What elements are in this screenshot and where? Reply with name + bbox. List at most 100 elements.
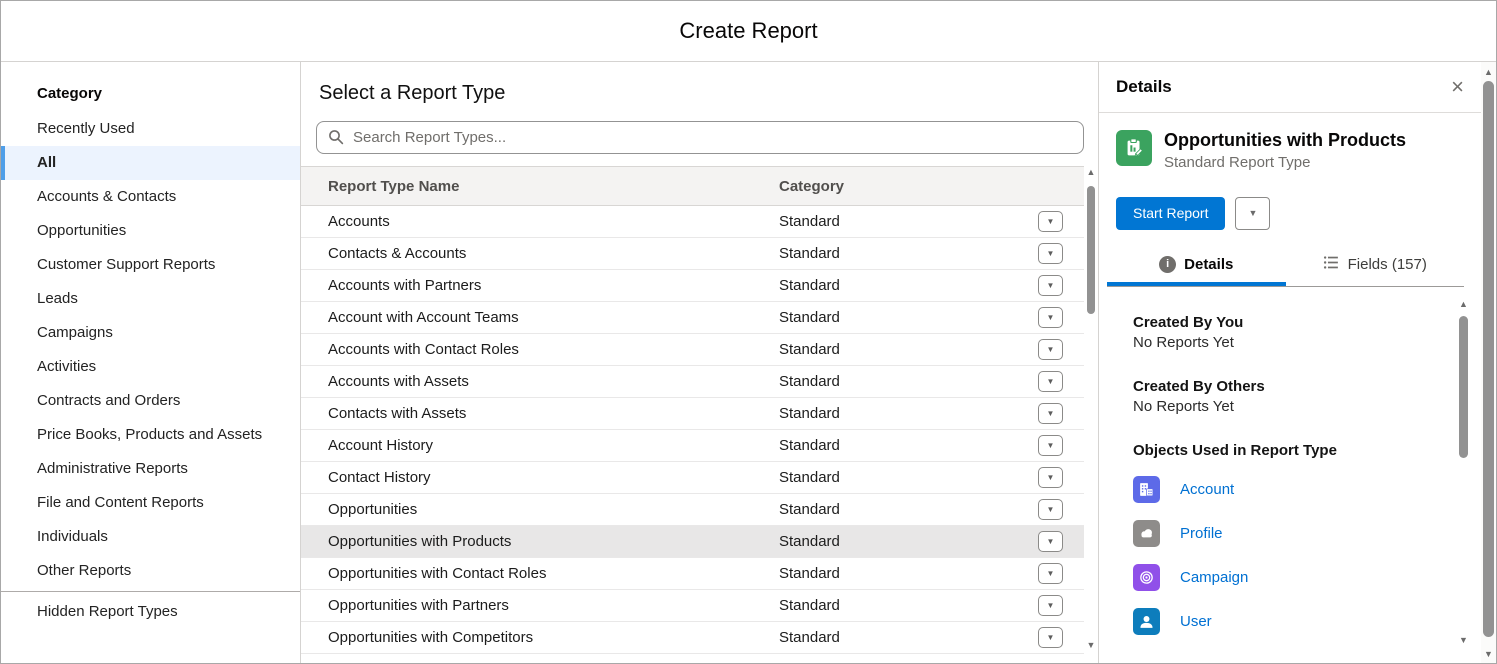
created-by-you-section: Created By You No Reports Yet xyxy=(1133,314,1436,351)
chevron-down-icon: ▼ xyxy=(1047,217,1055,226)
report-type-category: Standard xyxy=(779,597,1038,614)
row-dropdown-button[interactable]: ▼ xyxy=(1038,243,1063,264)
sidebar-item-activities[interactable]: Activities xyxy=(1,350,300,384)
row-dropdown-button[interactable]: ▼ xyxy=(1038,339,1063,360)
chevron-down-icon: ▼ xyxy=(1047,473,1055,482)
row-dropdown-button[interactable]: ▼ xyxy=(1038,275,1063,296)
search-input[interactable] xyxy=(316,121,1084,154)
details-scrollbar[interactable]: ▲ ▼ xyxy=(1457,296,1470,648)
section-heading: Select a Report Type xyxy=(319,82,1098,105)
details-scrollbar-thumb[interactable] xyxy=(1459,316,1468,458)
fields-list-icon xyxy=(1323,254,1340,275)
details-tab-content: Created By You No Reports Yet Created By… xyxy=(1099,287,1481,635)
sidebar-item-price-books-products-assets[interactable]: Price Books, Products and Assets xyxy=(1,418,300,452)
created-by-you-heading: Created By You xyxy=(1133,314,1436,331)
table-scrollbar-thumb[interactable] xyxy=(1087,186,1095,314)
object-link-profile[interactable]: Profile xyxy=(1180,525,1223,542)
report-type-table: Report Type Name Category AccountsStanda… xyxy=(301,166,1084,654)
selected-report-summary: Opportunities with Products Standard Rep… xyxy=(1116,130,1464,171)
user-icon xyxy=(1133,608,1160,635)
table-row[interactable]: Accounts with Contact RolesStandard▼ xyxy=(301,334,1084,366)
table-row[interactable]: Contacts & AccountsStandard▼ xyxy=(301,238,1084,270)
report-type-category: Standard xyxy=(779,629,1038,646)
sidebar-item-file-and-content-reports[interactable]: File and Content Reports xyxy=(1,486,300,520)
report-type-name: Accounts with Partners xyxy=(301,277,779,294)
table-row[interactable]: Opportunities with Contact RolesStandard… xyxy=(301,558,1084,590)
window-scrollbar[interactable]: ▲ ▼ xyxy=(1481,62,1496,664)
table-row[interactable]: Accounts with PartnersStandard▼ xyxy=(301,270,1084,302)
report-type-category: Standard xyxy=(779,309,1038,326)
row-dropdown-button[interactable]: ▼ xyxy=(1038,595,1063,616)
row-dropdown-button[interactable]: ▼ xyxy=(1038,531,1063,552)
tab-details-label: Details xyxy=(1184,256,1233,273)
sidebar-item-customer-support-reports[interactable]: Customer Support Reports xyxy=(1,248,300,282)
row-dropdown-button[interactable]: ▼ xyxy=(1038,563,1063,584)
window-scrollbar-thumb[interactable] xyxy=(1483,81,1494,637)
table-header-row: Report Type Name Category xyxy=(301,166,1084,206)
row-dropdown-button[interactable]: ▼ xyxy=(1038,371,1063,392)
search-icon xyxy=(328,129,344,150)
details-tabs: i Details Fields (157) xyxy=(1107,254,1464,287)
table-row[interactable]: Contact HistoryStandard▼ xyxy=(301,462,1084,494)
table-row[interactable]: Contacts with AssetsStandard▼ xyxy=(301,398,1084,430)
table-row[interactable]: AccountsStandard▼ xyxy=(301,206,1084,238)
sidebar-item-hidden-report-types[interactable]: Hidden Report Types xyxy=(1,595,300,629)
object-link-account[interactable]: Account xyxy=(1180,481,1234,498)
dialog-body: Category Recently Used All Accounts & Co… xyxy=(1,62,1496,663)
table-row[interactable]: Account with Account TeamsStandard▼ xyxy=(301,302,1084,334)
row-dropdown-button[interactable]: ▼ xyxy=(1038,435,1063,456)
sidebar-item-campaigns[interactable]: Campaigns xyxy=(1,316,300,350)
report-type-name: Accounts with Contact Roles xyxy=(301,341,779,358)
scroll-down-icon[interactable]: ▼ xyxy=(1457,634,1470,646)
table-row[interactable]: Opportunities with PartnersStandard▼ xyxy=(301,590,1084,622)
chevron-down-icon: ▼ xyxy=(1047,633,1055,642)
object-link-campaign[interactable]: Campaign xyxy=(1180,569,1248,586)
report-type-category: Standard xyxy=(779,533,1038,550)
sidebar-item-opportunities[interactable]: Opportunities xyxy=(1,214,300,248)
row-dropdown-button[interactable]: ▼ xyxy=(1038,211,1063,232)
sidebar-item-administrative-reports[interactable]: Administrative Reports xyxy=(1,452,300,486)
sidebar-item-individuals[interactable]: Individuals xyxy=(1,520,300,554)
details-panel-header: Details × xyxy=(1099,62,1481,113)
report-type-category: Standard xyxy=(779,501,1038,518)
chevron-down-icon: ▼ xyxy=(1047,249,1055,258)
campaign-icon xyxy=(1133,564,1160,591)
table-row[interactable]: OpportunitiesStandard▼ xyxy=(301,494,1084,526)
sidebar-item-accounts-contacts[interactable]: Accounts & Contacts xyxy=(1,180,300,214)
table-row[interactable]: Accounts with AssetsStandard▼ xyxy=(301,366,1084,398)
report-type-category: Standard xyxy=(779,405,1038,422)
report-type-name: Accounts xyxy=(301,213,779,230)
start-report-button[interactable]: Start Report xyxy=(1116,197,1225,230)
report-type-name: Opportunities with Competitors xyxy=(301,629,779,646)
start-report-dropdown-button[interactable]: ▼ xyxy=(1235,197,1270,230)
report-type-name: Contacts & Accounts xyxy=(301,245,779,262)
object-link-user[interactable]: User xyxy=(1180,613,1212,630)
table-row[interactable]: Opportunities with CompetitorsStandard ▼ xyxy=(301,622,1084,654)
sidebar-item-all[interactable]: All xyxy=(1,146,300,180)
created-by-you-text: No Reports Yet xyxy=(1133,334,1436,351)
row-dropdown-button[interactable]: ▼ xyxy=(1038,627,1063,648)
tab-details[interactable]: i Details xyxy=(1107,254,1286,286)
scroll-down-icon[interactable]: ▼ xyxy=(1481,648,1496,660)
report-type-name: Opportunities with Products xyxy=(301,533,779,550)
scroll-down-icon[interactable]: ▼ xyxy=(1085,639,1097,651)
sidebar-item-leads[interactable]: Leads xyxy=(1,282,300,316)
scroll-up-icon[interactable]: ▲ xyxy=(1457,298,1470,310)
table-row-selected[interactable]: Opportunities with ProductsStandard▼ xyxy=(301,526,1084,558)
table-row[interactable]: Account HistoryStandard▼ xyxy=(301,430,1084,462)
tab-fields[interactable]: Fields (157) xyxy=(1286,254,1465,286)
chevron-down-icon: ▼ xyxy=(1047,377,1055,386)
scroll-up-icon[interactable]: ▲ xyxy=(1085,166,1097,178)
table-scrollbar[interactable]: ▲ ▼ xyxy=(1085,164,1097,653)
row-dropdown-button[interactable]: ▼ xyxy=(1038,403,1063,424)
sidebar-item-other-reports[interactable]: Other Reports xyxy=(1,554,300,588)
row-dropdown-button[interactable]: ▼ xyxy=(1038,499,1063,520)
details-panel-title: Details xyxy=(1116,77,1172,97)
scroll-up-icon[interactable]: ▲ xyxy=(1481,66,1496,78)
chevron-down-icon: ▼ xyxy=(1047,409,1055,418)
sidebar-item-contracts-and-orders[interactable]: Contracts and Orders xyxy=(1,384,300,418)
row-dropdown-button[interactable]: ▼ xyxy=(1038,467,1063,488)
sidebar-item-recently-used[interactable]: Recently Used xyxy=(1,112,300,146)
close-icon[interactable]: × xyxy=(1451,76,1464,98)
row-dropdown-button[interactable]: ▼ xyxy=(1038,307,1063,328)
